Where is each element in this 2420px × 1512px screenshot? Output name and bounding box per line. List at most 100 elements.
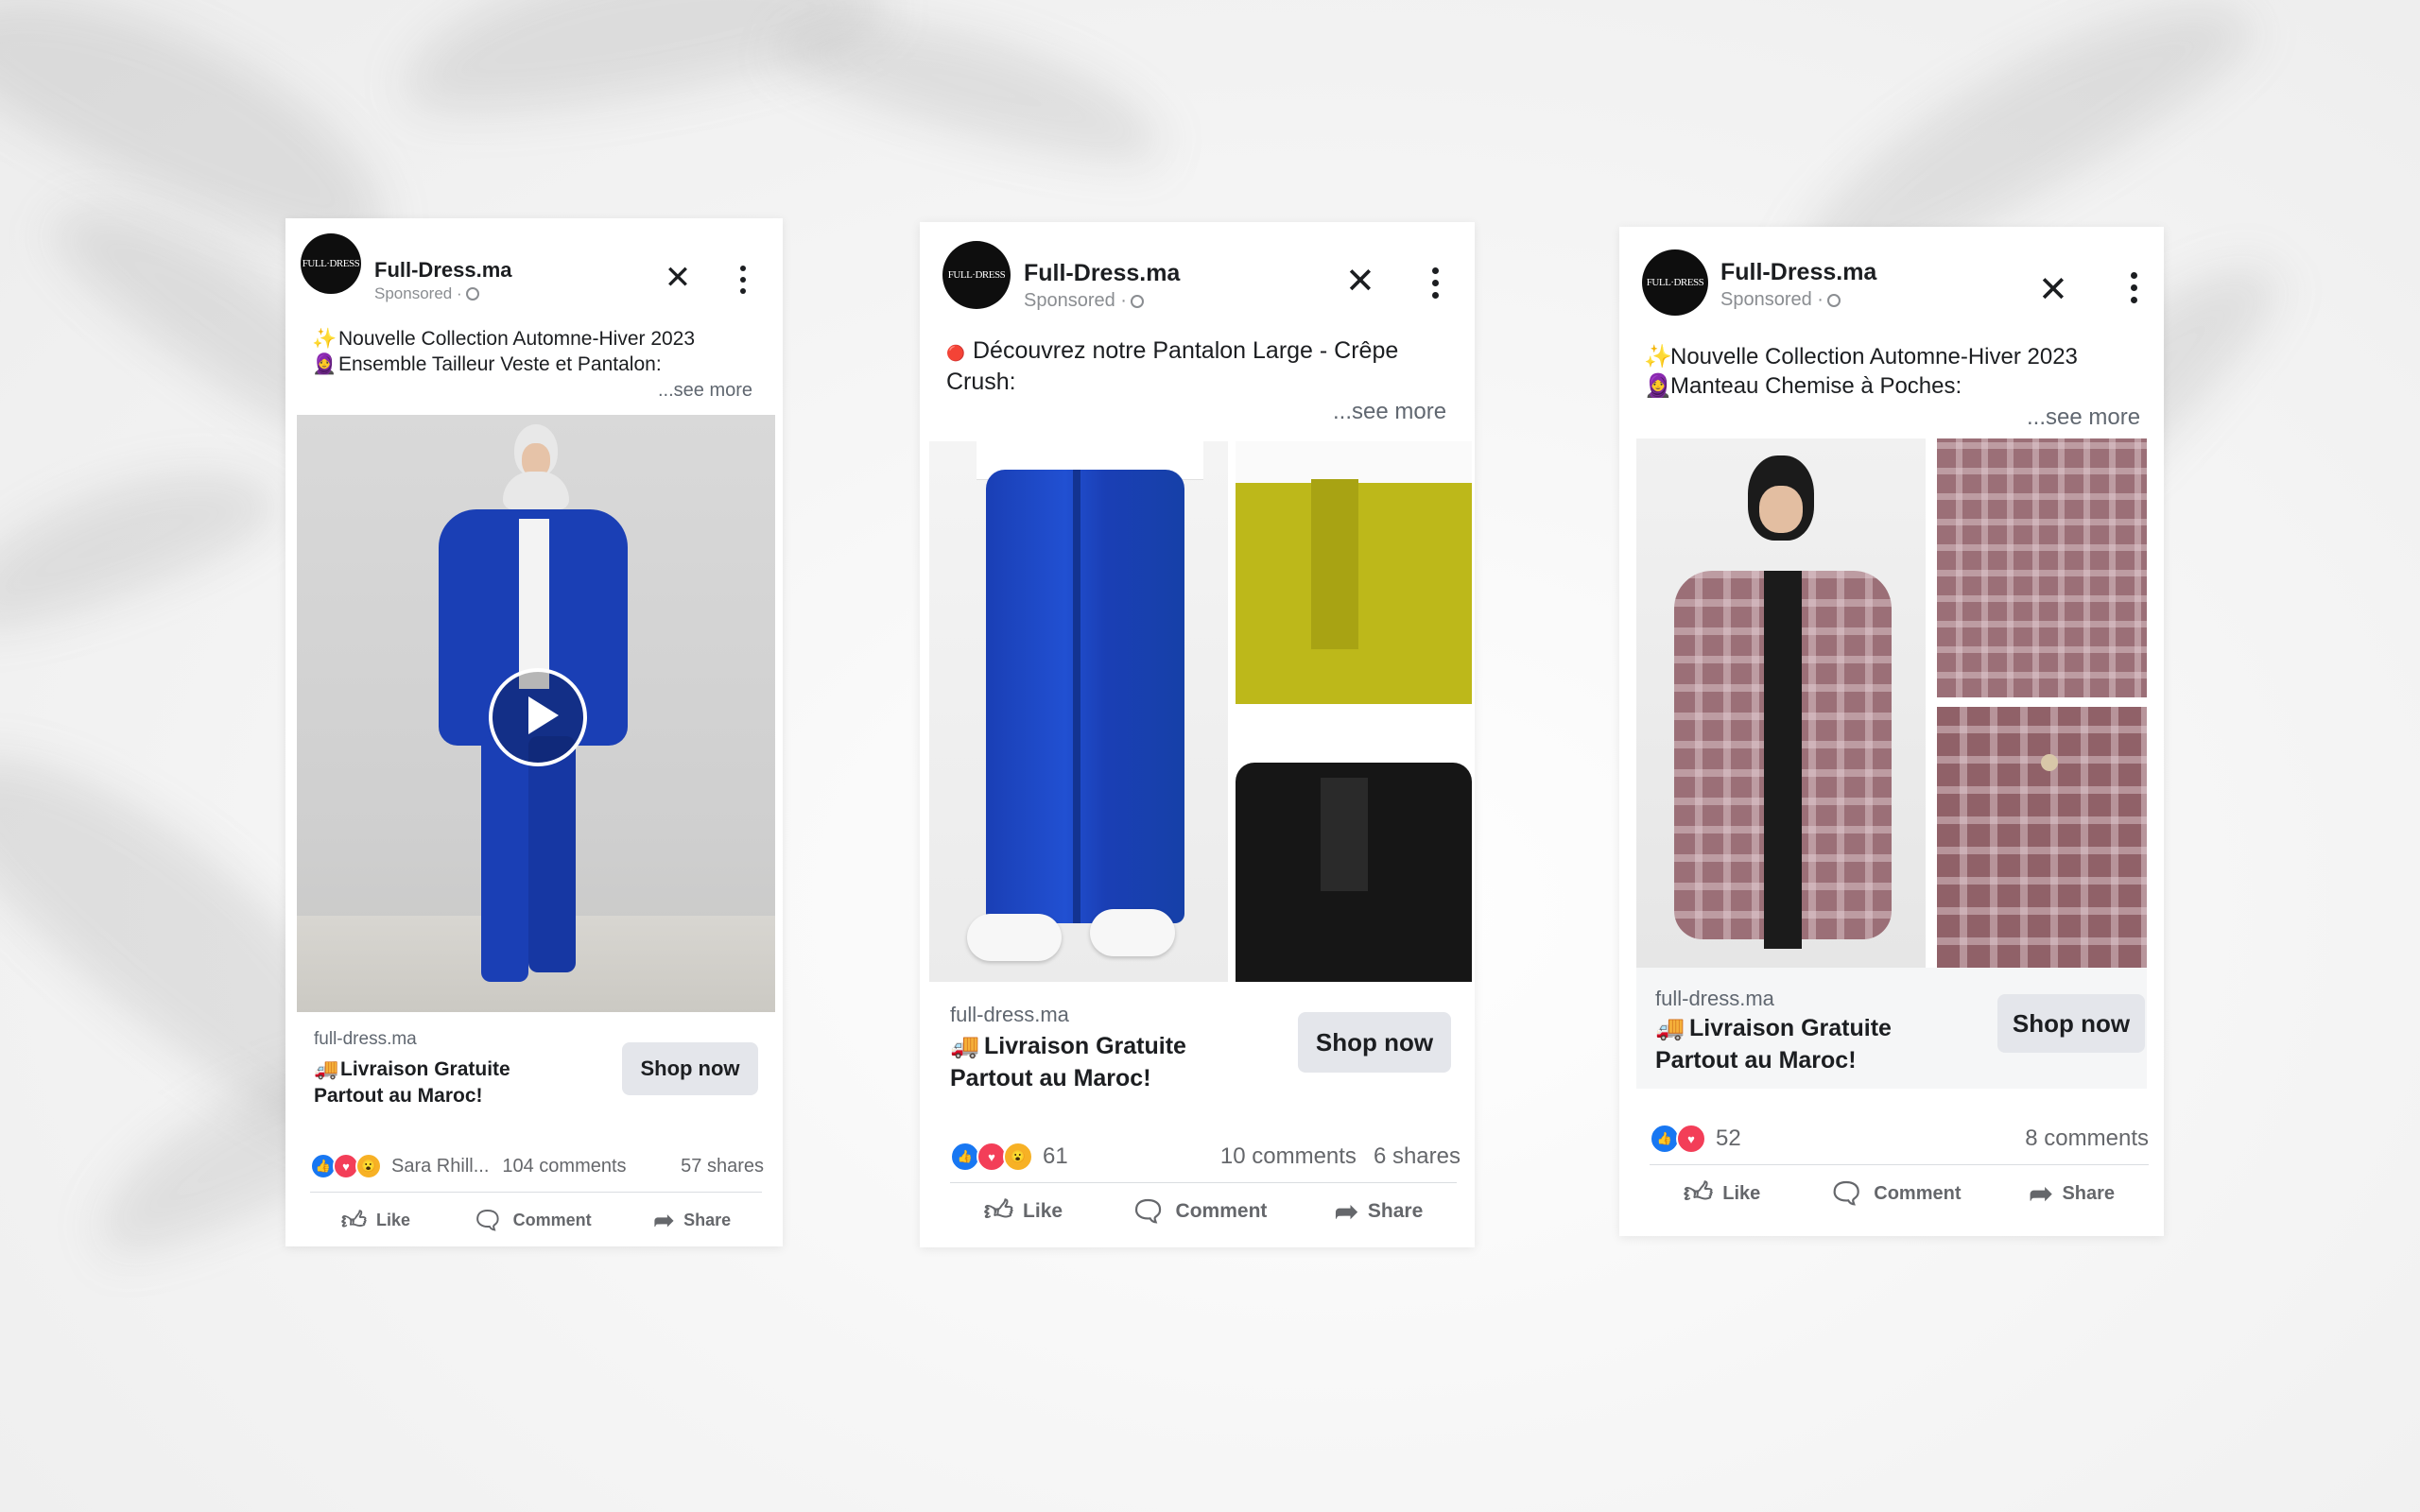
comment-icon: 🗨︎ bbox=[472, 1205, 504, 1234]
link-headline[interactable]: 🚚Livraison Gratuite Partout au Maroc! bbox=[1655, 1013, 1892, 1077]
wow-reaction-icon: 😮 bbox=[1003, 1142, 1033, 1172]
comment-icon: 🗨︎ bbox=[1828, 1177, 1865, 1210]
caption-line-1: Nouvelle Collection Automne-Hiver 2023 bbox=[1670, 344, 2078, 369]
reactions-summary[interactable]: 61 bbox=[1043, 1143, 1068, 1170]
ad-video[interactable] bbox=[297, 415, 775, 1012]
reactions-summary[interactable]: Sara Rhill... bbox=[391, 1156, 489, 1177]
shares-count[interactable]: 57 shares bbox=[681, 1156, 764, 1177]
truck-icon: 🚚 bbox=[314, 1058, 339, 1080]
truck-icon: 🚚 bbox=[1655, 1015, 1685, 1041]
ad-header: FULL·DRESS Full-Dress.ma Sponsored · ✕ bbox=[295, 228, 773, 302]
cta-area: full-dress.ma 🚚Livraison Gratuite Partou… bbox=[929, 982, 1472, 1108]
link-domain[interactable]: full-dress.ma bbox=[314, 1029, 417, 1050]
page-name[interactable]: Full-Dress.ma bbox=[374, 258, 512, 283]
hijab-woman-icon: 🧕 bbox=[312, 353, 337, 376]
more-options-icon[interactable] bbox=[738, 266, 748, 298]
ad-card-1: FULL·DRESS Full-Dress.ma Sponsored · ✕ ✨… bbox=[285, 218, 783, 1246]
comment-icon: 🗨︎ bbox=[1130, 1195, 1167, 1228]
see-more-link[interactable]: ...see more bbox=[658, 380, 752, 402]
thumbs-up-icon: 👍︎ bbox=[1683, 1177, 1714, 1209]
link-domain[interactable]: full-dress.ma bbox=[950, 1003, 1069, 1027]
product-image-blue-pants[interactable] bbox=[929, 441, 1228, 982]
link-headline[interactable]: 🚚Livraison Gratuite Partout au Maroc! bbox=[314, 1057, 510, 1110]
comment-button[interactable]: 🗨︎ Comment bbox=[473, 1206, 592, 1235]
page-avatar[interactable]: FULL·DRESS bbox=[301, 233, 361, 294]
link-headline[interactable]: 🚚Livraison Gratuite Partout au Maroc! bbox=[950, 1031, 1186, 1095]
shop-now-button[interactable]: Shop now bbox=[622, 1042, 758, 1095]
more-options-icon[interactable] bbox=[2129, 272, 2138, 304]
truck-icon: 🚚 bbox=[950, 1033, 980, 1059]
action-bar: 👍︎ Like 🗨︎ Comment ➦ Share bbox=[310, 1199, 762, 1241]
wow-reaction-icon: 😮 bbox=[355, 1153, 382, 1179]
cta-area: full-dress.ma 🚚Livraison Gratuite Partou… bbox=[1636, 968, 2147, 1089]
engagement-stats: 👍 ♥ 😮 Sara Rhill... 104 comments 57 shar… bbox=[310, 1150, 764, 1182]
share-button[interactable]: ➦ Share bbox=[1335, 1195, 1424, 1228]
share-icon: ➦ bbox=[1334, 1195, 1358, 1228]
globe-icon bbox=[465, 287, 479, 301]
thumbs-up-icon: 👍︎ bbox=[340, 1205, 367, 1234]
close-icon[interactable]: ✕ bbox=[664, 262, 692, 294]
more-options-icon[interactable] bbox=[1430, 267, 1440, 300]
play-button[interactable] bbox=[489, 668, 587, 766]
sparkles-icon: ✨ bbox=[1644, 344, 1672, 369]
action-bar: 👍︎ Like 🗨︎ Comment ➦ Share bbox=[950, 1190, 1457, 1233]
comment-button[interactable]: 🗨︎ Comment bbox=[1130, 1195, 1267, 1228]
share-button[interactable]: ➦ Share bbox=[2029, 1177, 2115, 1211]
share-icon: ➦ bbox=[653, 1205, 675, 1234]
caption-line-1: Nouvelle Collection Automne-Hiver 2023 bbox=[338, 328, 696, 350]
ad-caption: ✨Nouvelle Collection Automne-Hiver 2023 … bbox=[1644, 342, 2154, 401]
ad-image-grid[interactable] bbox=[929, 441, 1472, 982]
share-button[interactable]: ➦ Share bbox=[653, 1206, 731, 1235]
divider bbox=[1650, 1164, 2149, 1165]
close-icon[interactable]: ✕ bbox=[1345, 264, 1375, 300]
product-image-plaid-coat[interactable] bbox=[1636, 438, 1926, 968]
comment-button[interactable]: 🗨︎ Comment bbox=[1828, 1177, 1961, 1211]
ad-caption: ✨Nouvelle Collection Automne-Hiver 2023 … bbox=[312, 326, 766, 378]
see-more-link[interactable]: ...see more bbox=[2027, 404, 2140, 431]
thumbs-up-icon: 👍︎ bbox=[983, 1195, 1014, 1227]
ad-caption: 🔴 Découvrez notre Pantalon Large - Crêpe … bbox=[946, 335, 1457, 397]
comments-count[interactable]: 8 comments bbox=[2025, 1125, 2149, 1152]
sponsored-label: Sponsored · bbox=[1024, 290, 1144, 312]
comments-count[interactable]: 104 comments bbox=[502, 1156, 626, 1177]
share-icon: ➦ bbox=[2029, 1177, 2053, 1210]
ad-header: FULL·DRESS Full-Dress.ma Sponsored · ✕ bbox=[929, 232, 1465, 311]
ad-image-grid[interactable] bbox=[1636, 438, 2147, 968]
see-more-link[interactable]: ...see more bbox=[1333, 399, 1446, 425]
like-button[interactable]: 👍︎ Like bbox=[984, 1194, 1063, 1228]
close-icon[interactable]: ✕ bbox=[2038, 272, 2068, 308]
engagement-stats: 👍 ♥ 😮 61 10 comments 6 shares bbox=[950, 1139, 1461, 1175]
cta-area: full-dress.ma 🚚Livraison Gratuite Partou… bbox=[297, 1012, 775, 1131]
ad-card-3: FULL·DRESS Full-Dress.ma Sponsored · ✕ ✨… bbox=[1619, 227, 2164, 1236]
sparkles-icon: ✨ bbox=[312, 328, 337, 350]
product-image-black-pants[interactable] bbox=[1236, 712, 1472, 982]
page-avatar[interactable]: FULL·DRESS bbox=[1642, 249, 1708, 316]
page-avatar[interactable]: FULL·DRESS bbox=[942, 241, 1011, 309]
globe-icon bbox=[1130, 295, 1144, 308]
red-circle-icon: 🔴 bbox=[946, 346, 965, 362]
comments-count[interactable]: 10 comments bbox=[1220, 1143, 1357, 1170]
shop-now-button[interactable]: Shop now bbox=[1997, 994, 2145, 1053]
caption-line-2: Crush: bbox=[946, 368, 1016, 395]
product-image-plaid-detail-2[interactable] bbox=[1937, 707, 2147, 968]
action-bar: 👍︎ Like 🗨︎ Comment ➦ Share bbox=[1650, 1172, 2149, 1215]
product-image-yellow-pants[interactable] bbox=[1236, 441, 1472, 704]
link-domain[interactable]: full-dress.ma bbox=[1655, 987, 1774, 1011]
caption-line-2: Manteau Chemise à Poches: bbox=[1670, 373, 1962, 400]
hijab-woman-icon: 🧕 bbox=[1644, 373, 1672, 400]
product-image-plaid-detail-1[interactable] bbox=[1937, 438, 2147, 697]
shop-now-button[interactable]: Shop now bbox=[1298, 1012, 1451, 1073]
like-button[interactable]: 👍︎ Like bbox=[1684, 1177, 1760, 1211]
page-name[interactable]: Full-Dress.ma bbox=[1720, 259, 1876, 286]
caption-line-1: Découvrez notre Pantalon Large - Crêpe bbox=[973, 337, 1399, 364]
sponsored-label: Sponsored · bbox=[374, 284, 479, 303]
page-name[interactable]: Full-Dress.ma bbox=[1024, 260, 1180, 287]
engagement-stats: 👍 ♥ 52 8 comments bbox=[1650, 1121, 2149, 1157]
caption-line-2: Ensemble Tailleur Veste et Pantalon: bbox=[338, 353, 662, 376]
like-button[interactable]: 👍︎ Like bbox=[341, 1206, 410, 1235]
shares-count[interactable]: 6 shares bbox=[1374, 1143, 1461, 1170]
ad-header: FULL·DRESS Full-Dress.ma Sponsored · ✕ bbox=[1629, 236, 2154, 316]
sponsored-label: Sponsored · bbox=[1720, 289, 1841, 311]
divider bbox=[310, 1192, 762, 1193]
reactions-summary[interactable]: 52 bbox=[1716, 1125, 1741, 1152]
